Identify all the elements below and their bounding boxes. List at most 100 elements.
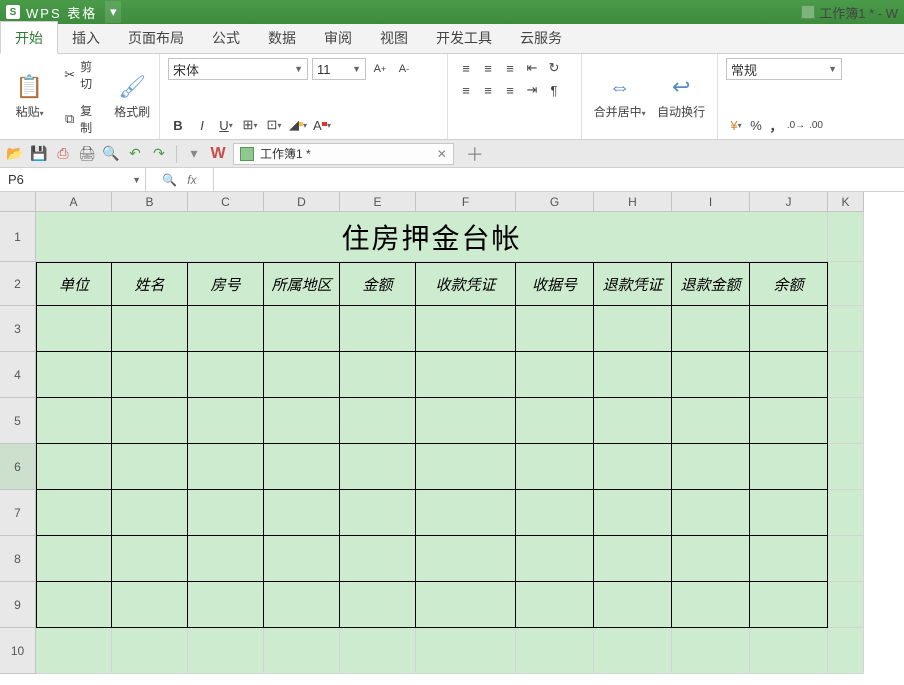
- cell-K3[interactable]: [828, 306, 864, 352]
- percent-button[interactable]: %: [746, 115, 766, 135]
- print-icon[interactable]: 🖨: [78, 145, 96, 163]
- menu-tab-5[interactable]: 审阅: [310, 22, 366, 53]
- fx-icon[interactable]: fx: [187, 173, 196, 187]
- app-menu-dropdown[interactable]: ▾: [105, 1, 121, 23]
- cell-F9[interactable]: [416, 582, 516, 628]
- header-cell-5[interactable]: 收款凭证: [416, 262, 516, 306]
- row-header-10[interactable]: 10: [0, 628, 36, 674]
- spreadsheet-grid[interactable]: ABCDEFGHIJK 12345678910 住房押金台帐单位姓名房号所属地区…: [0, 192, 904, 685]
- row-header-4[interactable]: 4: [0, 352, 36, 398]
- cell-E4[interactable]: [340, 352, 416, 398]
- row-header-5[interactable]: 5: [0, 398, 36, 444]
- col-header-H[interactable]: H: [594, 192, 672, 212]
- header-cell-1[interactable]: 姓名: [112, 262, 188, 306]
- orientation-button[interactable]: ↻: [544, 58, 564, 78]
- home-dropdown[interactable]: ▾: [185, 145, 203, 163]
- menu-tab-6[interactable]: 视图: [366, 22, 422, 53]
- indent-increase[interactable]: ⇥: [522, 80, 542, 100]
- cell-B4[interactable]: [112, 352, 188, 398]
- font-name-combo[interactable]: 宋体▼: [168, 58, 308, 80]
- cell-F8[interactable]: [416, 536, 516, 582]
- cell-B6[interactable]: [112, 444, 188, 490]
- cell-H6[interactable]: [594, 444, 672, 490]
- cell-C10[interactable]: [188, 628, 264, 674]
- header-cell-8[interactable]: 退款金额: [672, 262, 750, 306]
- row-header-7[interactable]: 7: [0, 490, 36, 536]
- col-header-A[interactable]: A: [36, 192, 112, 212]
- cell-C5[interactable]: [188, 398, 264, 444]
- cell-D5[interactable]: [264, 398, 340, 444]
- cell-E8[interactable]: [340, 536, 416, 582]
- col-header-D[interactable]: D: [264, 192, 340, 212]
- redo-icon[interactable]: ↷: [150, 145, 168, 163]
- increase-font-button[interactable]: A+: [370, 59, 390, 79]
- cell-A10[interactable]: [36, 628, 112, 674]
- cell-F7[interactable]: [416, 490, 516, 536]
- cell-K4[interactable]: [828, 352, 864, 398]
- menu-tab-3[interactable]: 公式: [198, 22, 254, 53]
- menu-tab-1[interactable]: 插入: [58, 22, 114, 53]
- paste-button[interactable]: 📋 粘贴▾: [8, 58, 51, 135]
- cell-I6[interactable]: [672, 444, 750, 490]
- cell-G8[interactable]: [516, 536, 594, 582]
- cell-E3[interactable]: [340, 306, 416, 352]
- cell-H7[interactable]: [594, 490, 672, 536]
- header-cell-7[interactable]: 退款凭证: [594, 262, 672, 306]
- cell-I7[interactable]: [672, 490, 750, 536]
- select-all-corner[interactable]: [0, 192, 36, 212]
- cell-H5[interactable]: [594, 398, 672, 444]
- rtl-button[interactable]: ¶: [544, 80, 564, 100]
- cell-I8[interactable]: [672, 536, 750, 582]
- cell-G7[interactable]: [516, 490, 594, 536]
- cell-F10[interactable]: [416, 628, 516, 674]
- cell-G9[interactable]: [516, 582, 594, 628]
- name-box[interactable]: P6 ▼: [0, 168, 146, 191]
- wps-w-icon[interactable]: W: [209, 145, 227, 163]
- cell-J7[interactable]: [750, 490, 828, 536]
- open-icon[interactable]: 📂: [6, 145, 24, 163]
- font-size-combo[interactable]: 11▼: [312, 58, 366, 80]
- header-cell-9[interactable]: 余额: [750, 262, 828, 306]
- align-center[interactable]: ≡: [478, 80, 498, 100]
- header-cell-6[interactable]: 收据号: [516, 262, 594, 306]
- cell-F5[interactable]: [416, 398, 516, 444]
- cell-F3[interactable]: [416, 306, 516, 352]
- formula-input[interactable]: [214, 168, 904, 191]
- cell-K6[interactable]: [828, 444, 864, 490]
- col-header-J[interactable]: J: [750, 192, 828, 212]
- cell-J8[interactable]: [750, 536, 828, 582]
- wrap-text-button[interactable]: ↩ 自动换行: [653, 58, 709, 135]
- cell-K9[interactable]: [828, 582, 864, 628]
- align-left[interactable]: ≡: [456, 80, 476, 100]
- title-cell[interactable]: 住房押金台帐: [36, 212, 828, 262]
- cell-A5[interactable]: [36, 398, 112, 444]
- cell-A9[interactable]: [36, 582, 112, 628]
- undo-icon[interactable]: ↶: [126, 145, 144, 163]
- header-cell-4[interactable]: 金额: [340, 262, 416, 306]
- underline-button[interactable]: U▾: [216, 115, 236, 135]
- borders-button[interactable]: ⊞▾: [240, 115, 260, 135]
- col-header-K[interactable]: K: [828, 192, 864, 212]
- cell-J6[interactable]: [750, 444, 828, 490]
- cell-H3[interactable]: [594, 306, 672, 352]
- format-painter-button[interactable]: 🖌 格式刷: [113, 58, 151, 135]
- cell-J4[interactable]: [750, 352, 828, 398]
- menu-tab-7[interactable]: 开发工具: [422, 22, 506, 53]
- col-header-B[interactable]: B: [112, 192, 188, 212]
- cell-K10[interactable]: [828, 628, 864, 674]
- col-header-G[interactable]: G: [516, 192, 594, 212]
- cell-I9[interactable]: [672, 582, 750, 628]
- col-header-I[interactable]: I: [672, 192, 750, 212]
- currency-button[interactable]: ¥▾: [726, 115, 746, 135]
- align-top-left[interactable]: ≡: [456, 58, 476, 78]
- row-header-8[interactable]: 8: [0, 536, 36, 582]
- cell-D9[interactable]: [264, 582, 340, 628]
- cell-D6[interactable]: [264, 444, 340, 490]
- cell-G10[interactable]: [516, 628, 594, 674]
- cell-E7[interactable]: [340, 490, 416, 536]
- cell-J9[interactable]: [750, 582, 828, 628]
- comma-button[interactable]: ，: [766, 115, 786, 135]
- cell-C7[interactable]: [188, 490, 264, 536]
- bold-button[interactable]: B: [168, 115, 188, 135]
- menu-tab-4[interactable]: 数据: [254, 22, 310, 53]
